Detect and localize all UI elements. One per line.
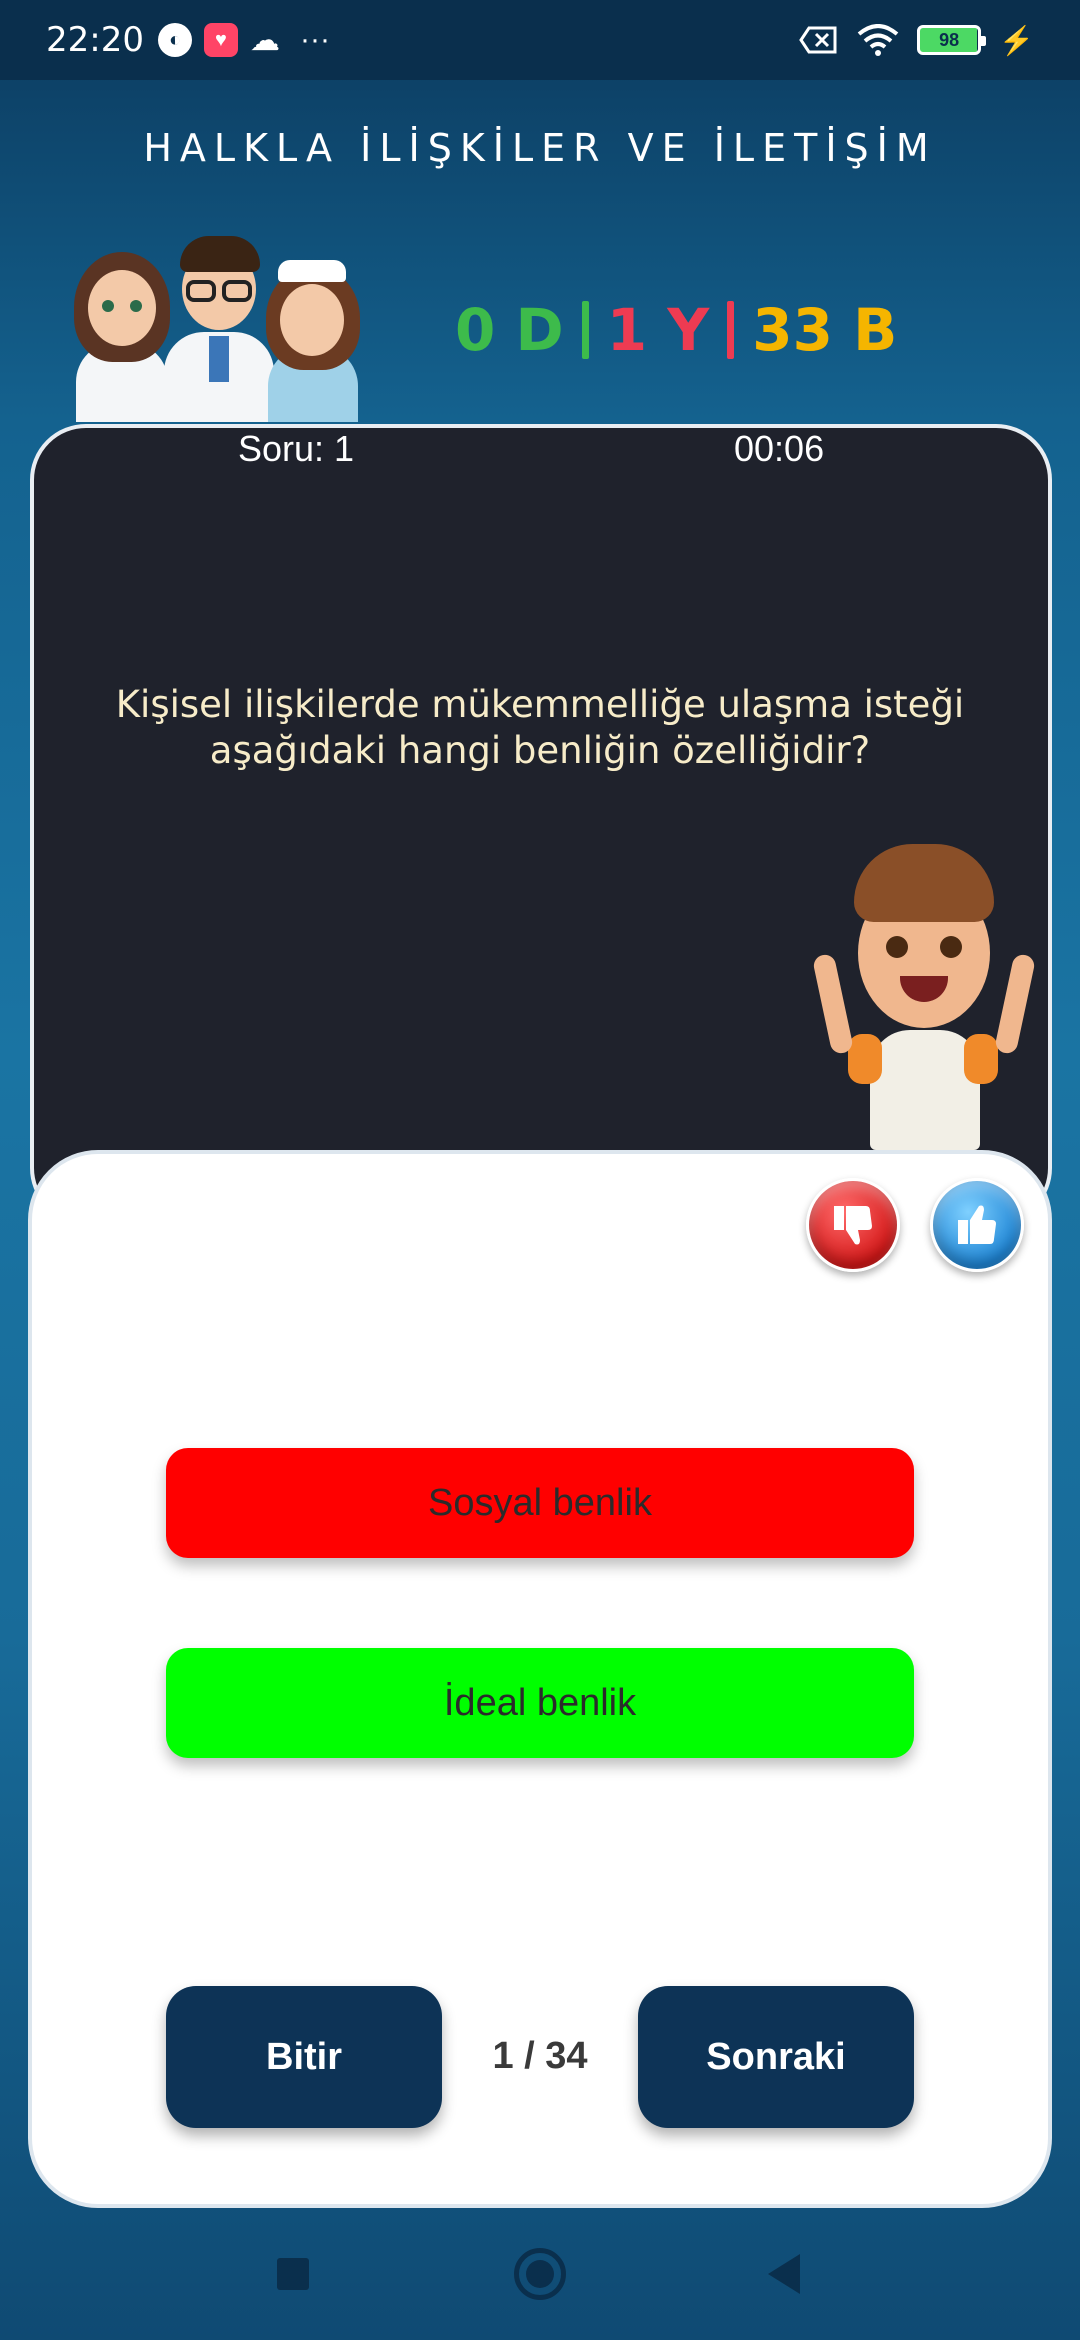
shop-notification-icon: ♥ (203, 23, 238, 57)
next-button[interactable]: Sonraki (638, 1986, 914, 2128)
question-text: Kişisel ilişkilerde mükemmelliğe ulaşma … (115, 683, 965, 772)
more-notifications-icon: ··· (299, 23, 330, 56)
battery-level: 98 (939, 29, 960, 50)
system-nav-bar (0, 2200, 1080, 2340)
question-meta: Soru: 1 00:06 (0, 428, 1080, 478)
boy-illustration (811, 844, 1037, 1150)
doctors-illustration (72, 232, 362, 422)
back-button[interactable] (768, 2254, 800, 2294)
answer-option-1[interactable]: Sosyal benlik (166, 1448, 914, 1558)
blank-count: 33 B (752, 296, 898, 364)
battery-indicator: 98 (917, 25, 987, 55)
question-number: Soru: 1 (238, 428, 355, 469)
status-right-icons: 98 ⚡ (799, 24, 1034, 57)
finish-button[interactable]: Bitir (166, 1986, 442, 2128)
answer-option-2[interactable]: İdeal benlik (166, 1648, 914, 1758)
charging-icon: ⚡ (999, 24, 1034, 56)
status-bar: 22:20 ◐ ♥ ☁ ··· 98 ⚡ (0, 0, 1080, 80)
like-button[interactable] (930, 1178, 1024, 1272)
score-separator (727, 301, 735, 359)
correct-count: 0 D (455, 296, 564, 364)
data-off-icon (799, 26, 837, 54)
cloud-icon: ☁ (249, 23, 280, 57)
wifi-icon (857, 24, 899, 56)
app-title: HALKLA İLİŞKİLER VE İLETİŞİM (143, 126, 937, 170)
status-time: 22:20 (46, 20, 144, 60)
thumbs-down-icon (834, 1206, 872, 1245)
thumbs-up-icon (958, 1205, 996, 1244)
home-button[interactable] (514, 2248, 566, 2300)
wrong-count: 1 Y (606, 296, 710, 364)
question-progress: 1 / 34 (492, 2035, 588, 2077)
app-notification-icon: ◐ (157, 23, 192, 57)
status-left-icons: ◐ ♥ ☁ ··· (157, 23, 330, 58)
dislike-button[interactable] (806, 1178, 900, 1272)
question-timer: 00:06 (734, 428, 825, 469)
score-summary: 0 D 1 Y 33 B (455, 296, 897, 364)
score-separator (581, 301, 589, 359)
recent-apps-button[interactable] (277, 2258, 309, 2290)
